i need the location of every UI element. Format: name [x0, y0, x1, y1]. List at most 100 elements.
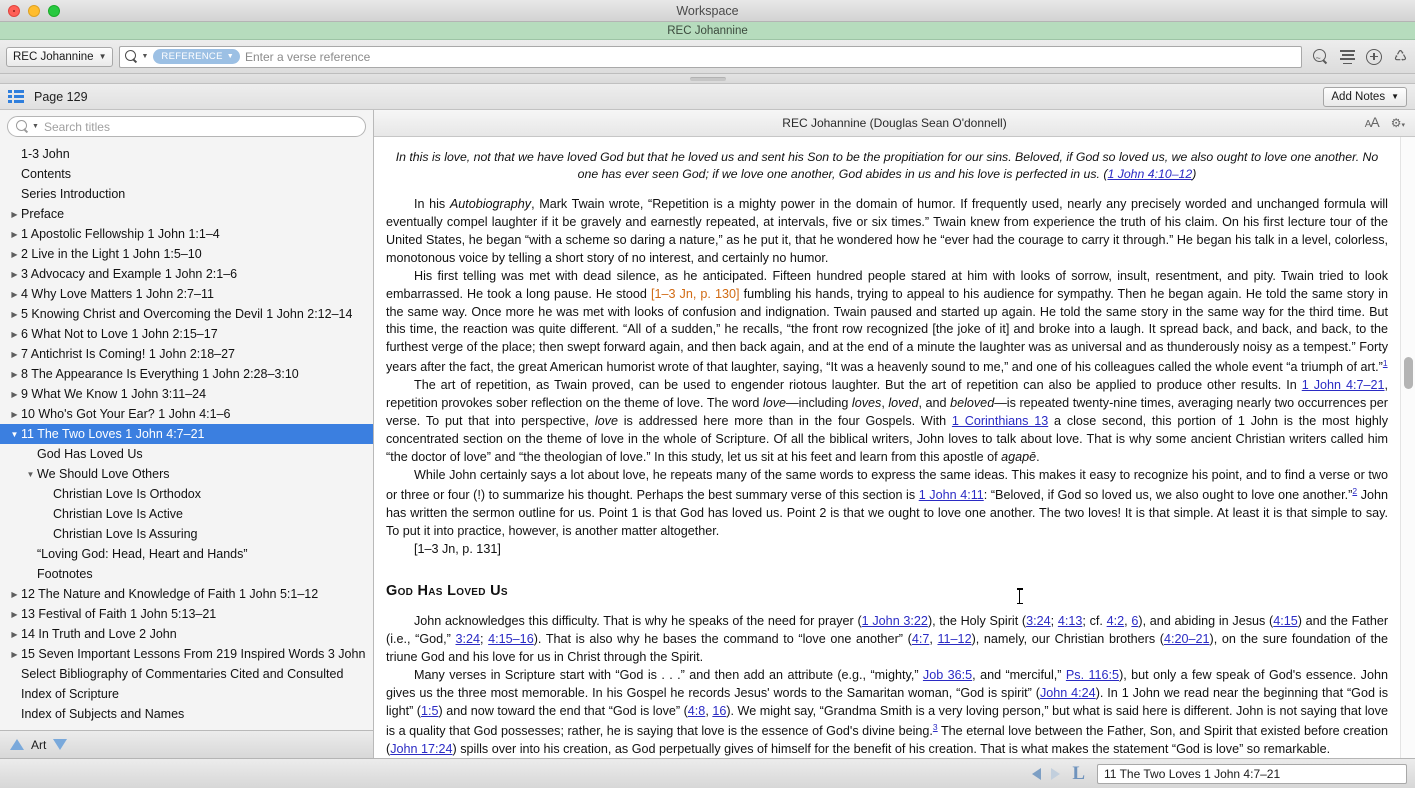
- footnote-link[interactable]: 1: [1383, 358, 1388, 368]
- scripture-link[interactable]: 1 John 4:10–12: [1107, 167, 1192, 181]
- toc-item[interactable]: ▶ 15 Seven Important Lessons From 219 Ins…: [0, 644, 373, 664]
- chevron-right-icon[interactable]: ▶: [8, 330, 21, 339]
- add-notes-button[interactable]: Add Notes ▼: [1323, 86, 1407, 107]
- chevron-right-icon[interactable]: ▶: [8, 390, 21, 399]
- scripture-link[interactable]: 4:7: [912, 632, 930, 646]
- close-button[interactable]: [8, 5, 20, 17]
- recycle-icon[interactable]: ♺: [1392, 48, 1409, 65]
- toc-item[interactable]: ▶ 13 Festival of Faith 1 John 5:13–21: [0, 604, 373, 624]
- nav-next-icon[interactable]: [1051, 767, 1061, 780]
- gear-icon[interactable]: ⚙▾: [1391, 116, 1405, 130]
- nav-previous-icon[interactable]: [1032, 767, 1042, 780]
- scripture-link[interactable]: 4:8: [688, 704, 706, 718]
- search-input[interactable]: Enter a verse reference: [245, 50, 370, 64]
- toc-item[interactable]: Index of Subjects and Names: [0, 704, 373, 724]
- scripture-link[interactable]: 4:15–16: [488, 632, 534, 646]
- toc-item[interactable]: ▶ 4 Why Love Matters 1 John 2:7–11: [0, 284, 373, 304]
- scripture-link[interactable]: 11–12: [937, 632, 971, 646]
- toc-item[interactable]: ▶ 9 What We Know 1 John 3:11–24: [0, 384, 373, 404]
- chevron-down-icon[interactable]: ▼: [141, 53, 148, 60]
- scripture-link[interactable]: 4:15: [1273, 614, 1298, 628]
- reference-scope-pill[interactable]: REFERENCE ▼: [153, 49, 240, 64]
- toc-item[interactable]: ▶ 5 Knowing Christ and Overcoming the Dev…: [0, 304, 373, 324]
- scripture-link[interactable]: Ps. 116:5: [1066, 668, 1119, 682]
- scripture-link[interactable]: 1:5: [421, 704, 439, 718]
- location-field[interactable]: 11 The Two Loves 1 John 4:7–21: [1097, 763, 1407, 784]
- toc-item[interactable]: ▶ 12 The Nature and Knowledge of Faith 1 …: [0, 584, 373, 604]
- chevron-right-icon[interactable]: ▶: [8, 650, 21, 659]
- panel-resize-handle[interactable]: [0, 74, 1415, 84]
- window-controls[interactable]: [8, 5, 60, 17]
- scripture-link[interactable]: 1 John 3:22: [862, 614, 928, 628]
- toc-item[interactable]: Select Bibliography of Commentaries Cite…: [0, 664, 373, 684]
- chevron-right-icon[interactable]: ▶: [8, 610, 21, 619]
- scripture-link[interactable]: John 17:24: [390, 742, 452, 756]
- search-icon: [125, 50, 138, 63]
- chevron-down-icon[interactable]: ▼: [32, 123, 39, 130]
- search-titles-input[interactable]: Search titles: [44, 120, 110, 134]
- chevron-right-icon[interactable]: ▶: [8, 290, 21, 299]
- chevron-right-icon[interactable]: ▶: [8, 230, 21, 239]
- scripture-link[interactable]: 4:13: [1058, 614, 1083, 628]
- toc-item[interactable]: 1-3 John: [0, 144, 373, 164]
- library-selector[interactable]: REC Johannine ▼: [6, 46, 114, 67]
- scripture-link[interactable]: 4:2: [1107, 614, 1125, 628]
- toc-item[interactable]: Christian Love Is Active: [0, 504, 373, 524]
- search-wave-icon[interactable]: ~: [1312, 48, 1329, 65]
- sidebar-search-field[interactable]: ▼ Search titles: [7, 116, 366, 137]
- scripture-link[interactable]: 3:24: [1026, 614, 1051, 628]
- scrollbar-thumb[interactable]: [1404, 357, 1413, 389]
- document-scroll-region[interactable]: In this is love, not that we have loved …: [374, 137, 1400, 758]
- scripture-link[interactable]: John 4:24: [1040, 686, 1096, 700]
- scripture-link[interactable]: 16: [712, 704, 726, 718]
- toc-item[interactable]: ▶ 3 Advocacy and Example 1 John 2:1–6: [0, 264, 373, 284]
- chevron-right-icon[interactable]: ▶: [8, 370, 21, 379]
- chevron-right-icon[interactable]: ▶: [8, 310, 21, 319]
- minimize-button[interactable]: [28, 5, 40, 17]
- lines-icon[interactable]: [1339, 48, 1356, 65]
- chevron-right-icon[interactable]: ▶: [8, 250, 21, 259]
- scripture-link[interactable]: 4:20–21: [1164, 632, 1210, 646]
- chevron-down-icon[interactable]: ▼: [24, 470, 37, 479]
- chevron-right-icon[interactable]: ▶: [8, 210, 21, 219]
- toc-item[interactable]: ▶ 1 Apostolic Fellowship 1 John 1:1–4: [0, 224, 373, 244]
- chevron-right-icon[interactable]: ▶: [8, 270, 21, 279]
- toc-item[interactable]: Christian Love Is Orthodox: [0, 484, 373, 504]
- chevron-right-icon[interactable]: ▶: [8, 590, 21, 599]
- toc-item[interactable]: Christian Love Is Assuring: [0, 524, 373, 544]
- chevron-right-icon[interactable]: ▶: [8, 630, 21, 639]
- toc-item[interactable]: “Loving God: Head, Heart and Hands”: [0, 544, 373, 564]
- table-of-contents-tree[interactable]: 1-3 John Contents Series Introduction ▶ Pref…: [0, 142, 373, 730]
- chevron-down-icon[interactable]: ▼: [8, 430, 21, 439]
- font-size-icon[interactable]: AA: [1365, 114, 1380, 132]
- triangle-down-icon[interactable]: [53, 739, 68, 750]
- scripture-link[interactable]: 1 John 4:11: [919, 488, 984, 502]
- toc-item[interactable]: Contents: [0, 164, 373, 184]
- reference-search-bar[interactable]: ▼ REFERENCE ▼ Enter a verse reference: [119, 45, 1302, 68]
- chevron-right-icon[interactable]: ▶: [8, 350, 21, 359]
- scripture-link[interactable]: 1 Corinthians 13: [952, 414, 1048, 428]
- maximize-button[interactable]: [48, 5, 60, 17]
- toc-item[interactable]: ▶ Preface: [0, 204, 373, 224]
- logos-l-icon[interactable]: L: [1070, 764, 1087, 783]
- triangle-up-icon[interactable]: [10, 739, 24, 750]
- toc-item[interactable]: ▶ 7 Antichrist Is Coming! 1 John 2:18–27: [0, 344, 373, 364]
- list-view-icon[interactable]: [8, 90, 25, 103]
- scripture-link[interactable]: 1 John 4:7–21: [1302, 378, 1385, 392]
- toc-item[interactable]: ▶ 8 The Appearance Is Everything 1 John 2…: [0, 364, 373, 384]
- chevron-right-icon[interactable]: ▶: [8, 410, 21, 419]
- toc-item[interactable]: ▼ We Should Love Others: [0, 464, 373, 484]
- toc-item[interactable]: ▶ 2 Live in the Light 1 John 1:5–10: [0, 244, 373, 264]
- toc-item[interactable]: Footnotes: [0, 564, 373, 584]
- plus-circle-icon[interactable]: [1366, 48, 1382, 65]
- toc-item[interactable]: ▶ 14 In Truth and Love 2 John: [0, 624, 373, 644]
- toc-item[interactable]: Index of Scripture: [0, 684, 373, 704]
- scripture-link[interactable]: 3:24: [456, 632, 481, 646]
- scripture-link[interactable]: Job 36:5: [923, 668, 972, 682]
- toc-item[interactable]: Series Introduction: [0, 184, 373, 204]
- toc-item[interactable]: ▼ 11 The Two Loves 1 John 4:7–21: [0, 424, 373, 444]
- toc-item[interactable]: ▶ 6 What Not to Love 1 John 2:15–17: [0, 324, 373, 344]
- toc-item[interactable]: ▶ 10 Who's Got Your Ear? 1 John 4:1–6: [0, 404, 373, 424]
- toc-item[interactable]: God Has Loved Us: [0, 444, 373, 464]
- document-scrollbar[interactable]: [1400, 137, 1415, 758]
